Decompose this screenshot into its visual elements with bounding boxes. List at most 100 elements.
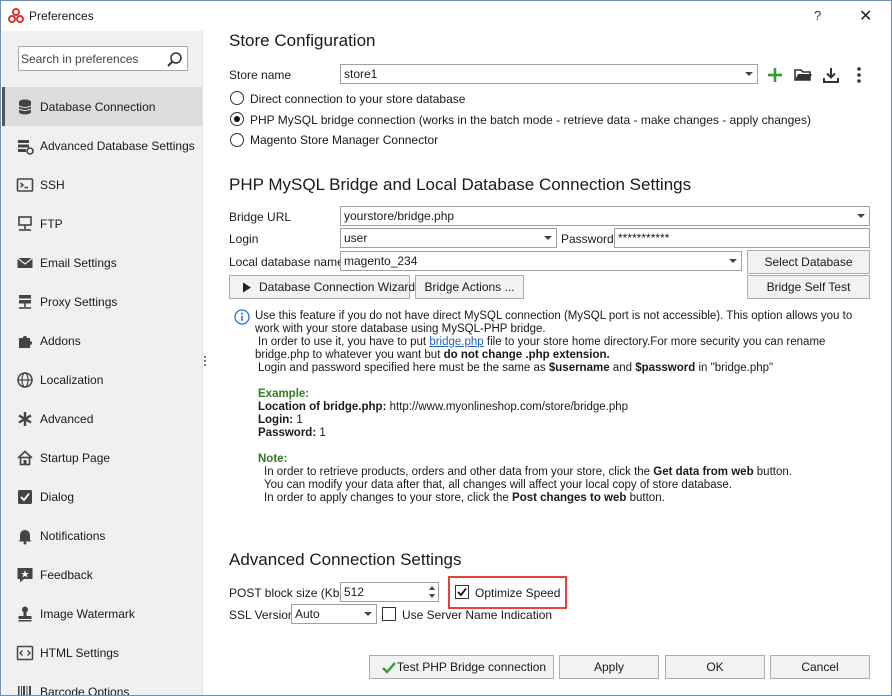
search-box[interactable]	[18, 46, 188, 71]
sidebar-item-label: Barcode Options	[40, 685, 130, 695]
sidebar-item-label: HTML Settings	[40, 646, 119, 660]
note-heading: Note:	[258, 453, 288, 465]
post-block-size-value: 512	[344, 585, 365, 599]
window-title: Preferences	[29, 9, 94, 23]
add-store-button[interactable]	[765, 65, 785, 85]
preferences-window: Preferences ? ✕ Database Connection	[0, 0, 892, 696]
radio-php-bridge-connection[interactable]	[230, 112, 244, 126]
password-field[interactable]: ***********	[614, 228, 870, 248]
sidebar-item-html-settings[interactable]: HTML Settings	[2, 633, 202, 672]
sidebar-item-label: Addons	[40, 334, 81, 348]
bridge-url-combo[interactable]: yourstore/bridge.php	[340, 206, 870, 226]
optimize-speed-checkbox[interactable]	[455, 585, 469, 599]
use-sni-checkbox[interactable]	[382, 607, 396, 621]
sidebar-item-image-watermark[interactable]: Image Watermark	[2, 594, 202, 633]
sidebar-item-label: Advanced Database Settings	[40, 139, 195, 153]
test-bridge-connection-button[interactable]: Test PHP Bridge connection	[369, 655, 554, 679]
store-name-combo[interactable]: store1	[340, 64, 758, 84]
login-combo[interactable]: user	[340, 228, 557, 248]
sidebar-item-dialog[interactable]: Dialog	[2, 477, 202, 516]
splitter-handle[interactable]	[203, 356, 207, 370]
sidebar-item-barcode-options[interactable]: Barcode Options	[2, 672, 202, 695]
chevron-down-icon	[857, 214, 865, 218]
ok-button[interactable]: OK	[665, 655, 765, 679]
sidebar-item-ftp[interactable]: FTP	[2, 204, 202, 243]
sidebar-nav: Database Connection Advanced Database Se…	[2, 87, 202, 695]
sidebar-item-startup-page[interactable]: Startup Page	[2, 438, 202, 477]
database-connection-wizard-button[interactable]: Database Connection Wizard	[229, 275, 415, 299]
checkmark-icon	[457, 587, 467, 597]
password-value: ***********	[618, 231, 670, 245]
download-icon[interactable]	[821, 65, 841, 85]
database-icon	[18, 99, 32, 115]
apply-button[interactable]: Apply	[559, 655, 659, 679]
search-icon[interactable]	[166, 51, 183, 68]
chevron-down-icon	[544, 236, 552, 240]
password-label: Password	[561, 232, 614, 246]
post-block-size-stepper[interactable]: 512	[340, 582, 439, 602]
login-value: user	[344, 231, 368, 245]
info-line: bridge.php to whatever you want but do n…	[255, 349, 610, 361]
sidebar-item-label: Feedback	[40, 568, 93, 582]
bell-icon	[18, 530, 32, 545]
cancel-button[interactable]: Cancel	[770, 655, 870, 679]
stepper-down-icon[interactable]	[429, 594, 435, 598]
info-icon	[234, 309, 250, 325]
example-login: Login: 1	[258, 414, 303, 426]
sidebar-item-label: Proxy Settings	[40, 295, 118, 309]
sidebar-item-addons[interactable]: Addons	[2, 321, 202, 360]
info-line: Login and password specified here must b…	[258, 362, 774, 374]
stepper-up-icon[interactable]	[429, 586, 435, 590]
post-block-size-label: POST block size (Kb)	[229, 586, 344, 600]
note-line: In order to retrieve products, orders an…	[264, 466, 792, 478]
envelope-icon	[17, 257, 33, 268]
bridge-php-link[interactable]: bridge.php	[429, 336, 483, 348]
bridge-settings-heading: PHP MySQL Bridge and Local Database Conn…	[229, 175, 692, 194]
example-heading: Example:	[258, 388, 310, 400]
check-icon	[382, 662, 396, 674]
bridge-self-test-button[interactable]: Bridge Self Test	[747, 275, 870, 299]
sidebar-item-ssh[interactable]: SSH	[2, 165, 202, 204]
bridge-url-label: Bridge URL	[229, 210, 292, 224]
more-options-icon[interactable]	[849, 65, 869, 85]
database-settings-icon	[18, 140, 34, 155]
sidebar-item-feedback[interactable]: Feedback	[2, 555, 202, 594]
asterisk-icon	[18, 412, 32, 426]
sidebar-item-label: Startup Page	[40, 451, 111, 465]
chevron-down-icon	[729, 259, 737, 263]
radio-store-manager-connector[interactable]	[230, 133, 244, 147]
ssl-version-label: SSL Version	[229, 608, 295, 622]
open-folder-icon[interactable]	[793, 65, 813, 85]
chevron-down-icon	[745, 72, 753, 76]
radio-store-manager-connector-label: Magento Store Manager Connector	[250, 133, 439, 147]
ssl-version-value: Auto	[295, 607, 320, 621]
sidebar-item-label: Image Watermark	[40, 607, 135, 621]
store-name-value: store1	[344, 67, 378, 81]
bridge-actions-button[interactable]: Bridge Actions ...	[415, 275, 524, 299]
sidebar-item-advanced[interactable]: Advanced	[2, 399, 202, 438]
radio-direct-connection[interactable]	[230, 91, 244, 105]
radio-direct-connection-label: Direct connection to your store database	[250, 92, 466, 106]
sidebar-item-advanced-database-settings[interactable]: Advanced Database Settings	[2, 126, 202, 165]
advanced-connection-heading: Advanced Connection Settings	[229, 550, 462, 569]
sidebar-item-notifications[interactable]: Notifications	[2, 516, 202, 555]
sidebar-item-database-connection[interactable]: Database Connection	[2, 87, 202, 126]
stamp-icon	[18, 606, 32, 622]
globe-icon	[17, 372, 33, 388]
html-code-icon	[16, 645, 34, 661]
app-logo-icon	[8, 8, 24, 23]
sidebar-item-proxy-settings[interactable]: Proxy Settings	[2, 282, 202, 321]
store-name-label: Store name	[229, 68, 292, 82]
ssl-version-combo[interactable]: Auto	[291, 604, 377, 624]
sidebar-item-label: Database Connection	[40, 100, 156, 114]
info-line: In order to use it, you have to put brid…	[258, 336, 826, 348]
main-panel: Store Configuration Store name store1 Di…	[208, 1, 891, 695]
note-line: In order to apply changes to your store,…	[264, 492, 665, 504]
local-database-combo[interactable]: magento_234	[340, 251, 742, 271]
ftp-network-icon	[18, 216, 32, 231]
search-input[interactable]	[21, 50, 161, 67]
login-label: Login	[229, 232, 259, 246]
sidebar-item-localization[interactable]: Localization	[2, 360, 202, 399]
select-database-button[interactable]: Select Database	[747, 250, 870, 274]
sidebar-item-email-settings[interactable]: Email Settings	[2, 243, 202, 282]
